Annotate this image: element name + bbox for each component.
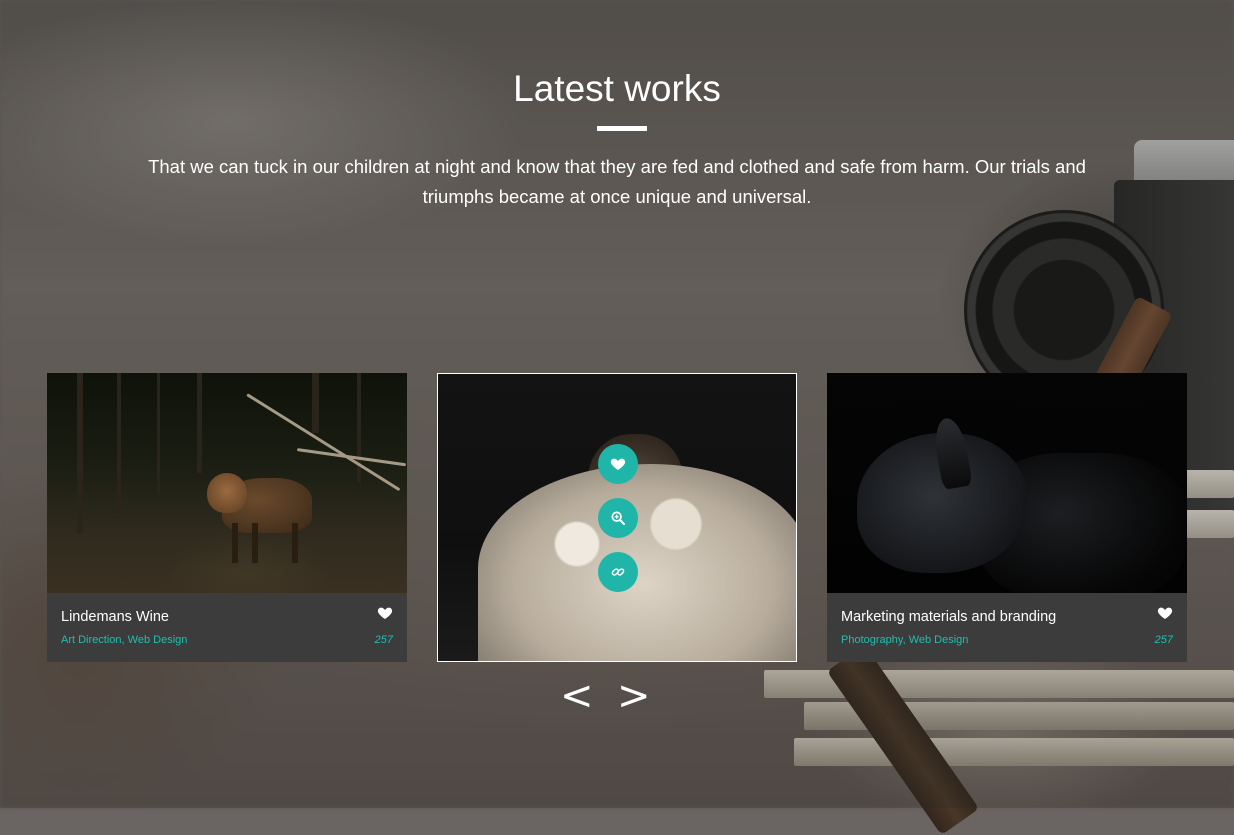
carousel-next-button[interactable]: > [617, 670, 651, 722]
heart-icon[interactable] [377, 605, 393, 621]
link-button[interactable] [598, 552, 638, 592]
section-title: Latest works [513, 68, 721, 109]
like-count: 257 [374, 634, 393, 646]
link-icon [611, 568, 625, 576]
heart-icon[interactable] [1157, 605, 1173, 621]
work-card-pug[interactable] [437, 373, 797, 662]
work-info: Lindemans Wine Art Direction, Web Design… [47, 593, 407, 662]
carousel-prev-button[interactable]: < [560, 670, 594, 722]
work-card-lindemans-wine[interactable]: Lindemans Wine Art Direction, Web Design… [47, 373, 407, 662]
work-image-pug[interactable] [438, 374, 796, 661]
work-image-dog[interactable] [827, 373, 1187, 593]
like-button[interactable] [598, 444, 638, 484]
work-tags: Art Direction, Web Design [61, 634, 188, 646]
like-count: 257 [1154, 634, 1173, 646]
work-image-fox[interactable] [47, 373, 407, 593]
work-info: Marketing materials and branding Photogr… [827, 593, 1187, 662]
zoom-button[interactable] [598, 498, 638, 538]
tag-link[interactable]: Art Direction [61, 634, 122, 646]
tag-link[interactable]: Web Design [128, 634, 188, 646]
heart-icon [610, 458, 626, 470]
zoom-icon [611, 511, 625, 525]
section-subtitle: That we can tuck in our children at nigh… [148, 156, 1086, 207]
title-underline [597, 126, 647, 131]
work-tags: Photography, Web Design [841, 634, 969, 646]
work-card-marketing-materials[interactable]: Marketing materials and branding Photogr… [827, 373, 1187, 662]
work-title[interactable]: Marketing materials and branding [841, 609, 1056, 625]
tag-link[interactable]: Web Design [909, 634, 969, 646]
tag-link[interactable]: Photography [841, 634, 903, 646]
work-title[interactable]: Lindemans Wine [61, 609, 169, 625]
